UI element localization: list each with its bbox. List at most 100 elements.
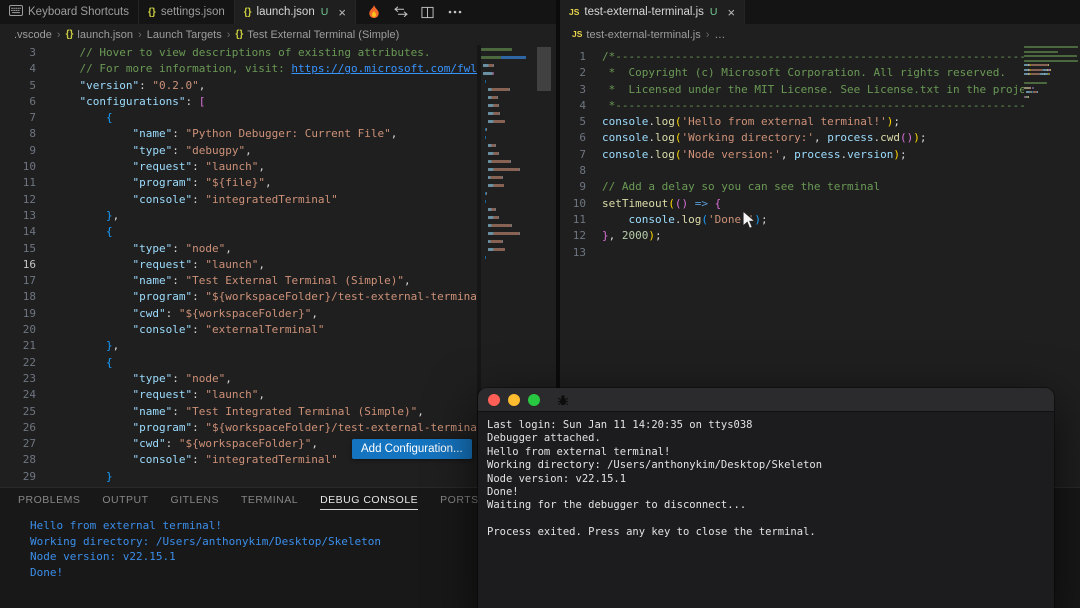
code-line: 7 console.log('Node version:', process.ve… [560,147,1024,163]
breadcrumb-separator: › [227,29,231,41]
minimap-line [481,45,532,53]
line-number: 24 [0,387,36,403]
code-line: 26 "program": "${workspaceFolder}/test-e… [0,420,477,436]
tab-test-external-terminal-js[interactable]: JStest-external-terminal.jsU× [560,0,745,24]
code-text: /*--------------------------------------… [602,50,1024,63]
panel-tab-gitlens[interactable]: GITLENS [171,494,219,510]
code-line: 4 *-------------------------------------… [560,98,1024,114]
line-number: 2 [560,65,586,81]
code-text: console.log('Hello from external termina… [602,115,900,128]
tab-launch-json[interactable]: {}launch.jsonU× [235,0,356,24]
code-line: 9// Add a delay so you can see the termi… [560,179,1024,195]
minimap-line [481,221,532,229]
flame-icon[interactable] [366,4,382,20]
terminal-titlebar[interactable] [478,388,1054,412]
code-line: 14 { [0,224,477,240]
breadcrumb-separator: › [57,29,61,41]
line-number: 11 [0,175,36,191]
line-number: 16 [0,257,36,273]
breadcrumb-right: JStest-external-terminal.js › … [560,24,1080,45]
code-text: "version": "0.2.0", [53,79,205,92]
minimap-line [481,197,532,205]
compare-changes-icon[interactable] [393,4,409,20]
close-icon[interactable]: × [728,6,736,19]
add-configuration-button[interactable]: Add Configuration... [352,439,472,459]
code-line: 29 } [0,469,477,485]
close-button[interactable] [488,394,500,406]
minimize-button[interactable] [508,394,520,406]
panel-tab-debug-console[interactable]: DEBUG CONSOLE [320,494,418,510]
minimap-line [481,213,532,221]
panel-tab-output[interactable]: OUTPUT [102,494,148,510]
line-number: 28 [0,452,36,468]
code-text: "request": "launch", [53,258,265,271]
code-text: * Licensed under the MIT License. See Li… [602,83,1024,96]
minimap-line [481,69,532,77]
line-number: 5 [560,114,586,130]
terminal-line: Node version: v22.15.1 [487,473,1045,486]
code-text: { [53,356,113,369]
more-actions-icon[interactable] [447,4,463,20]
json-icon: {} [244,6,252,18]
code-text: "console": "integratedTerminal" [53,453,338,466]
editor-launch-json[interactable]: 3 // Hover to view descriptions of exist… [0,45,477,487]
minimap-line [481,229,532,237]
code-text: setTimeout(() => { [602,197,721,210]
breadcrumb-separator: › [706,29,710,41]
line-number: 11 [560,212,586,228]
external-terminal-window[interactable]: Last login: Sun Jan 11 14:20:35 on ttys0… [478,388,1054,608]
breadcrumb-item-test-external-terminal-js[interactable]: JStest-external-terminal.js [572,29,701,41]
code-line: 3 * Licensed under the MIT License. See … [560,82,1024,98]
breadcrumb-label: Test External Terminal (Simple) [247,29,399,41]
json-icon: {} [66,30,74,40]
breadcrumb-label: test-external-terminal.js [586,29,700,41]
code-text: console.log('Done!'); [602,213,768,226]
line-number: 9 [560,179,586,195]
close-icon[interactable]: × [338,6,346,19]
line-number: 4 [0,61,36,77]
panel-tab-problems[interactable]: PROBLEMS [18,494,80,510]
line-number: 12 [0,192,36,208]
code-text: console.log('Node version:', process.ver… [602,148,907,161]
scrollbar-thumb[interactable] [537,47,551,91]
breadcrumb-item-launch-json[interactable]: {}launch.json [66,29,133,41]
code-text: "program": "${workspaceFolder}/test-exte… [53,421,477,434]
tab-settings-json[interactable]: {}settings.json [139,0,235,24]
breadcrumb-item-launch-targets[interactable]: Launch Targets [147,29,222,41]
minimap-line [481,205,532,213]
panel-tab-ports[interactable]: PORTS [440,494,478,510]
zoom-button[interactable] [528,394,540,406]
minimap-line [481,53,532,61]
minimap-line [481,85,532,93]
minimap-line [481,173,532,181]
code-text: }, [53,209,119,222]
code-line: 8 [560,163,1024,179]
breadcrumb-item-[interactable]: … [714,29,725,41]
code-line: 5 "version": "0.2.0", [0,78,477,94]
left-tab-group: Keyboard Shortcuts{}settings.json {} launc… [0,0,356,24]
tab-label: launch.json [257,6,315,18]
line-number: 4 [560,98,586,114]
minimap-line [481,133,532,141]
code-text: *---------------------------------------… [602,99,1024,112]
breadcrumb-item-test-external-terminal-simple[interactable]: {}Test External Terminal (Simple) [235,29,399,41]
code-text: console.log('Working directory:', proces… [602,131,927,144]
line-number: 7 [560,147,586,163]
tab-keyboard-shortcuts[interactable]: Keyboard Shortcuts [0,0,139,24]
code-line: 25 "name": "Test Integrated Terminal (Si… [0,404,477,420]
split-editor-icon[interactable] [420,4,436,20]
code-line: 1/*-------------------------------------… [560,49,1024,65]
line-number: 8 [560,163,586,179]
panel-tab-terminal[interactable]: TERMINAL [241,494,298,510]
code-text: "name": "Test External Terminal (Simple)… [53,274,411,287]
code-text: "program": "${workspaceFolder}/test-exte… [53,290,477,303]
minimap-line [481,101,532,109]
code-line: 8 "name": "Python Debugger: Current File… [0,126,477,142]
breadcrumb-item-vscode[interactable]: .vscode [14,29,52,41]
code-text: // Hover to view descriptions of existin… [53,46,431,59]
code-line: 7 { [0,110,477,126]
code-line: 19 "cwd": "${workspaceFolder}", [0,306,477,322]
line-number: 29 [0,469,36,485]
line-number: 26 [0,420,36,436]
terminal-line: Done! [487,486,1045,499]
